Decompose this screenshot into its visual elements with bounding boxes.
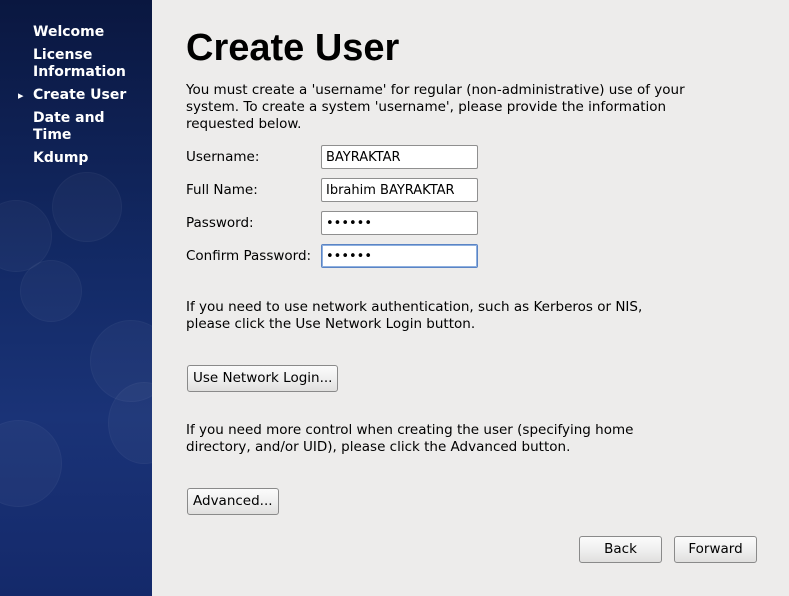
decorative-bubble bbox=[20, 260, 82, 322]
password-label: Password: bbox=[186, 215, 254, 231]
nav-item-label: Kdump bbox=[33, 150, 89, 166]
decorative-bubble bbox=[52, 172, 122, 242]
current-step-arrow-icon: ▸ bbox=[18, 89, 24, 102]
nav-item-label: Welcome bbox=[33, 24, 105, 40]
nav-item-license-information: License Information bbox=[0, 47, 143, 81]
sidebar: Welcome License Information ▸ Create Use… bbox=[0, 0, 152, 596]
advanced-button[interactable]: Advanced... bbox=[187, 488, 279, 515]
nav-item-label: Date and Time bbox=[33, 110, 105, 143]
nav-item-label: License Information bbox=[33, 47, 126, 80]
username-input[interactable] bbox=[321, 145, 478, 169]
username-label: Username: bbox=[186, 149, 260, 165]
nav-item-date-and-time: Date and Time bbox=[0, 110, 113, 144]
decorative-bubble bbox=[0, 420, 62, 507]
use-network-login-button[interactable]: Use Network Login... bbox=[187, 365, 339, 392]
password-input[interactable] bbox=[321, 211, 478, 235]
network-login-text: If you need to use network authenticatio… bbox=[186, 299, 643, 332]
confirm-password-label: Confirm Password: bbox=[186, 248, 312, 264]
back-button[interactable]: Back bbox=[579, 536, 662, 563]
nav-item-kdump: Kdump bbox=[0, 150, 143, 167]
page-title: Create User bbox=[186, 27, 400, 69]
nav-item-welcome: Welcome bbox=[0, 24, 143, 41]
intro-text: You must create a 'username' for regular… bbox=[186, 82, 685, 132]
full-name-label: Full Name: bbox=[186, 182, 258, 198]
nav-item-create-user: ▸ Create User bbox=[0, 87, 143, 104]
forward-button[interactable]: Forward bbox=[674, 536, 757, 563]
step-navigation: Welcome License Information ▸ Create Use… bbox=[0, 24, 152, 173]
nav-item-label: Create User bbox=[33, 87, 127, 103]
full-name-input[interactable] bbox=[321, 178, 478, 202]
advanced-text: If you need more control when creating t… bbox=[186, 422, 634, 455]
confirm-password-input[interactable] bbox=[321, 244, 478, 268]
